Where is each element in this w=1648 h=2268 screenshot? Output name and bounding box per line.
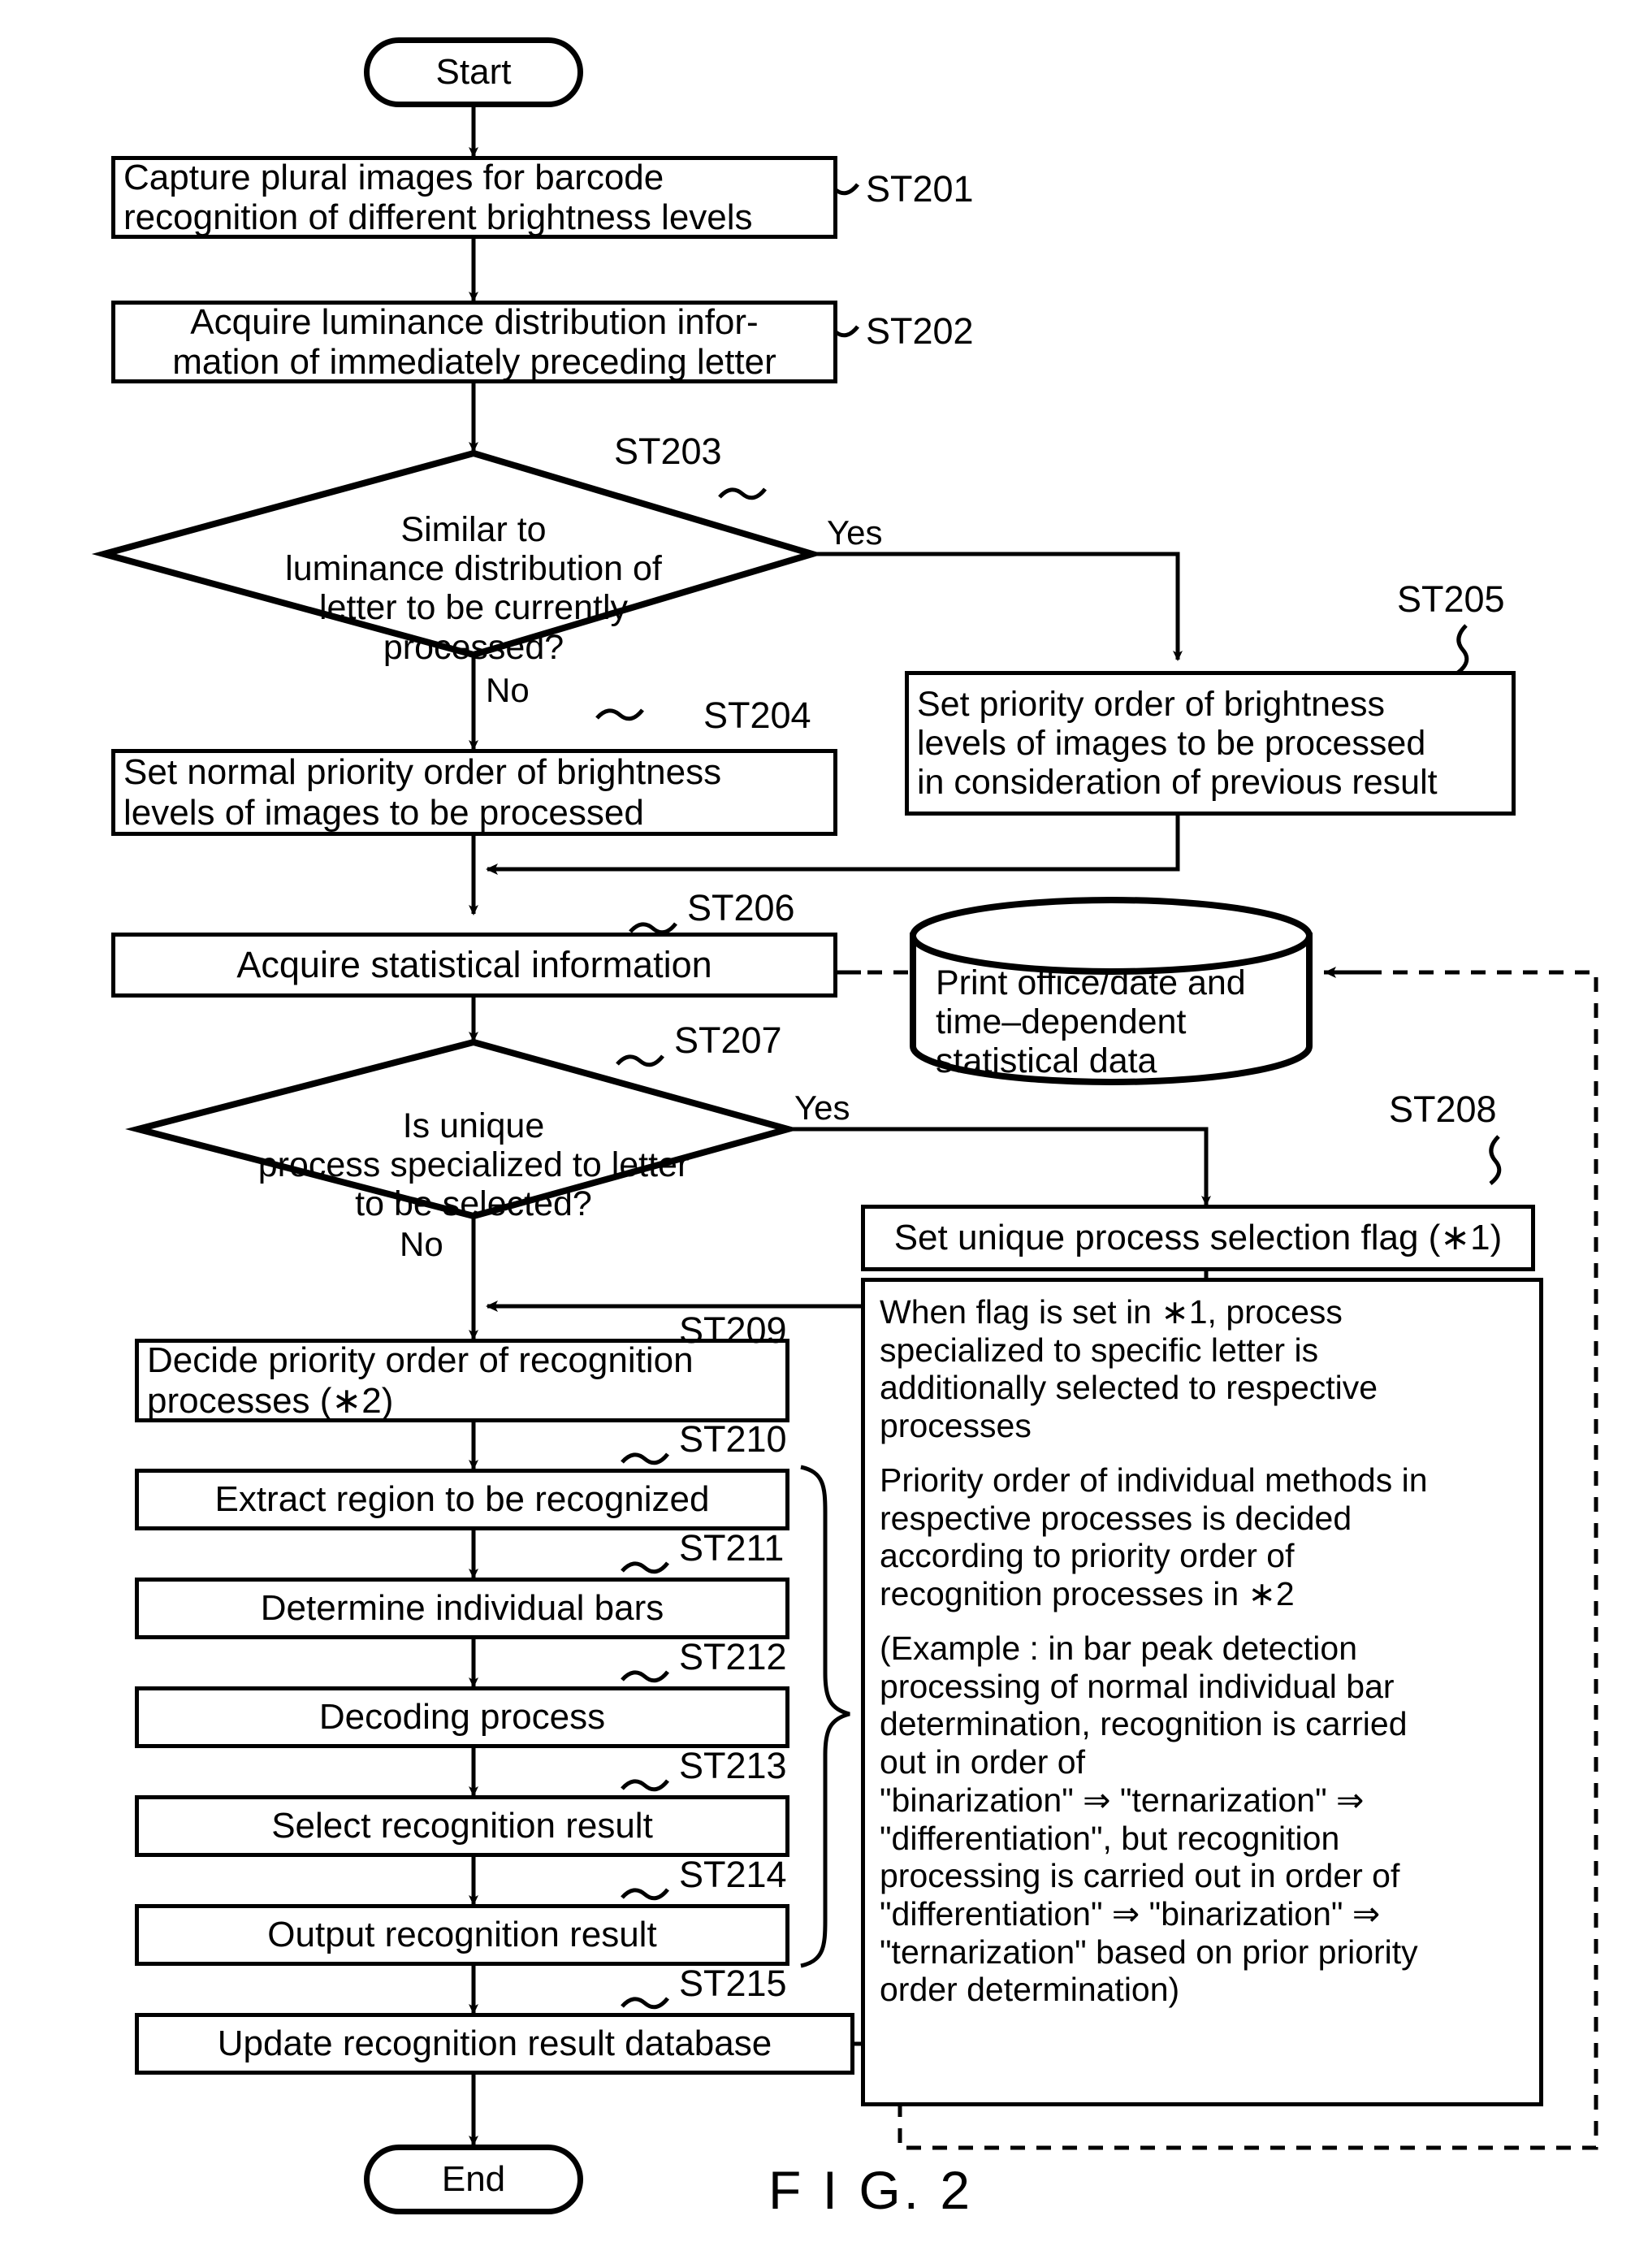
process-box-st201: Capture plural images for barcode recogn… <box>111 156 837 239</box>
process-box-st214-text: Output recognition result <box>267 1915 657 1955</box>
process-box-st211: Determine individual bars <box>135 1578 789 1639</box>
patent-figure: Start End Capture plural images for barc… <box>0 0 1648 2268</box>
step-tag-st203: ST203 <box>614 431 722 472</box>
edge-label-st203-no: No <box>486 671 530 709</box>
process-box-st215: Update recognition result database <box>135 2013 854 2075</box>
terminal-end-label: End <box>441 2159 506 2200</box>
process-box-st215-text: Update recognition result database <box>217 2023 772 2064</box>
process-box-st208: Set unique process selection flag (∗1) <box>861 1205 1535 1271</box>
note-paragraph-1: When flag is set in ∗1, process speciali… <box>880 1293 1378 1445</box>
edge-label-st207-yes: Yes <box>794 1089 850 1127</box>
process-box-st210-text: Extract region to be recognized <box>214 1479 710 1520</box>
step-tag-st205: ST205 <box>1397 578 1505 620</box>
process-box-st202-text: Acquire luminance distribution infor- ma… <box>172 301 776 382</box>
process-box-st204-text: Set normal priority order of brightness … <box>123 752 722 833</box>
terminal-start-label: Start <box>435 52 512 93</box>
process-box-st211-text: Determine individual bars <box>260 1588 664 1629</box>
terminal-start: Start <box>364 37 583 107</box>
process-box-st206: Acquire statistical information <box>111 933 837 998</box>
process-box-st210: Extract region to be recognized <box>135 1469 789 1530</box>
process-box-st202: Acquire luminance distribution infor- ma… <box>111 301 837 383</box>
process-box-st209-text: Decide priority order of recognition pro… <box>147 1340 694 1421</box>
step-tag-st208: ST208 <box>1389 1089 1497 1130</box>
step-tag-st211: ST211 <box>679 1527 785 1569</box>
process-box-st213: Select recognition result <box>135 1795 789 1857</box>
terminal-end: End <box>364 2145 583 2214</box>
edge-label-st203-yes: Yes <box>827 513 883 552</box>
decision-st207-text: Is unique process specialized to letter … <box>257 1106 690 1224</box>
note-paragraph-2: Priority order of individual methods in … <box>880 1461 1428 1613</box>
process-group-brace <box>800 1465 850 1968</box>
step-tag-st215: ST215 <box>679 1963 787 2004</box>
step-tag-st207: ST207 <box>674 1019 782 1061</box>
note-paragraph-3: (Example : in bar peak detection process… <box>880 1629 1418 2009</box>
process-box-st205-text: Set priority order of brightness levels … <box>917 684 1438 803</box>
step-tag-st204: ST204 <box>703 695 811 736</box>
process-box-st214: Output recognition result <box>135 1904 789 1966</box>
process-box-st201-text: Capture plural images for barcode recogn… <box>123 157 753 237</box>
step-tag-st209: ST209 <box>679 1309 787 1351</box>
process-box-st213-text: Select recognition result <box>271 1806 653 1846</box>
decision-st203-text: Similar to luminance distribution of let… <box>285 510 662 667</box>
step-tag-st206: ST206 <box>687 887 795 928</box>
database-label: Print office/date and time–dependent sta… <box>936 963 1246 1081</box>
process-box-st208-text: Set unique process selection flag (∗1) <box>893 1218 1503 1258</box>
edge-label-st207-no: No <box>400 1225 443 1263</box>
figure-label: F I G. 2 <box>768 2160 974 2220</box>
step-tag-st212: ST212 <box>679 1636 787 1677</box>
annotation-note-block: When flag is set in ∗1, process speciali… <box>861 1278 1543 2106</box>
process-box-st205: Set priority order of brightness levels … <box>905 671 1516 816</box>
step-tag-st210: ST210 <box>679 1418 787 1460</box>
step-tag-st213: ST213 <box>679 1745 787 1786</box>
process-box-st204: Set normal priority order of brightness … <box>111 749 837 836</box>
process-box-st212-text: Decoding process <box>318 1697 606 1738</box>
process-box-st206-text: Acquire statistical information <box>236 943 712 985</box>
step-tag-st214: ST214 <box>679 1854 787 1895</box>
process-box-st212: Decoding process <box>135 1686 789 1748</box>
step-tag-st201: ST201 <box>866 168 974 210</box>
step-tag-st202: ST202 <box>866 310 974 352</box>
